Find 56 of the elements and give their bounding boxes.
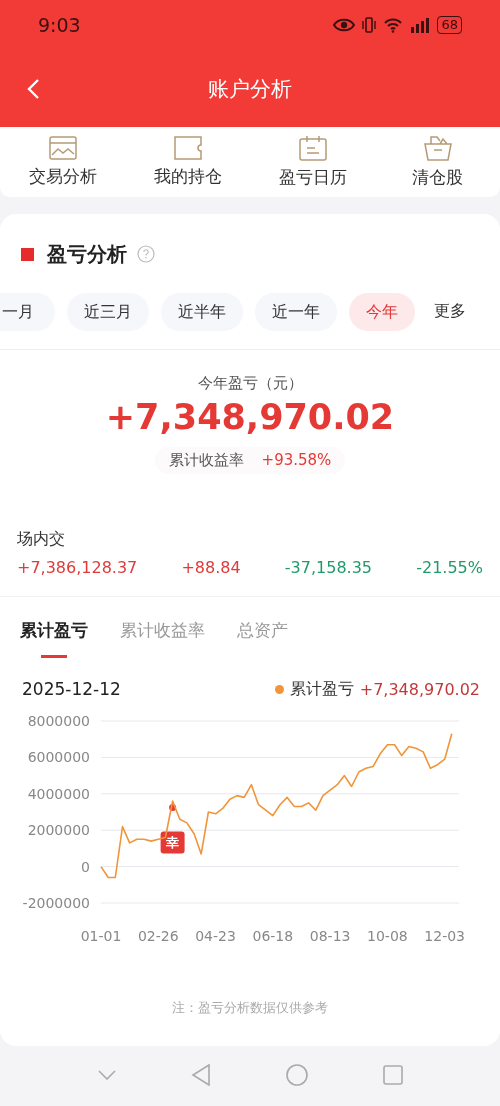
y-axis-label: -2000000 <box>22 895 90 911</box>
stat-value: -37,158.35 <box>284 558 373 577</box>
x-axis-label: 01-01 <box>80 928 122 944</box>
profit-caption: 今年盈亏（元） <box>197 374 303 393</box>
x-axis-label: 10-08 <box>367 928 408 944</box>
period-tab[interactable]: 今年 <box>349 292 415 331</box>
period-tab[interactable]: 近一年 <box>255 292 337 331</box>
period-tab[interactable]: 一月 <box>0 292 55 331</box>
shortcut-button[interactable]: 交易分析 <box>7 136 118 188</box>
profit-amount: +7,348,970.02 <box>105 397 395 437</box>
back-icon[interactable] <box>26 78 40 100</box>
period-tab[interactable]: 近三月 <box>67 292 149 331</box>
y-axis-label: 4000000 <box>27 785 90 802</box>
disclaimer-note: 注：盈亏分析数据仅供参考 <box>171 999 329 1017</box>
vibrate-icon <box>361 17 378 33</box>
y-axis-label: 0 <box>81 858 90 875</box>
chart-date: 2025-12-12 <box>22 679 121 699</box>
rate-chip: 累计收益率 +93.58% <box>154 447 346 474</box>
y-axis-label: 8000000 <box>27 713 90 729</box>
x-axis-label: 02-26 <box>137 928 179 944</box>
section-marker <box>21 247 34 261</box>
legend-label: 累计盈亏 <box>289 678 354 700</box>
chart-card-icon <box>48 136 77 160</box>
legend-value: +7,348,970.02 <box>359 679 480 699</box>
shortcut-button[interactable]: 盈亏日历 <box>257 135 368 189</box>
y-axis-label: 6000000 <box>27 749 90 766</box>
stat-value: -21.55% <box>416 558 483 577</box>
basket-icon <box>423 135 452 161</box>
page-title: 账户分析 <box>208 75 292 103</box>
wallet-icon <box>173 136 202 160</box>
back-nav-icon[interactable] <box>190 1064 211 1086</box>
shortcut-button[interactable]: 我的持仓 <box>132 136 243 188</box>
more-button[interactable]: 更多 <box>434 301 466 322</box>
period-tab[interactable]: 近半年 <box>161 292 243 331</box>
annotation: 幸 <box>165 835 180 851</box>
section-title: 盈亏分析 <box>47 240 127 268</box>
x-axis-label: 06-18 <box>252 928 294 944</box>
battery-icon: 68 <box>437 16 462 34</box>
stat-value: +88.84 <box>181 558 241 577</box>
x-axis-label: 04-23 <box>195 928 236 944</box>
y-axis-label: 2000000 <box>27 822 90 839</box>
shortcut-button[interactable]: 清仓股 <box>382 135 493 189</box>
calendar-icon <box>298 135 327 161</box>
x-axis-label: 08-13 <box>309 928 351 944</box>
home-nav-icon[interactable] <box>285 1064 308 1086</box>
stat-value: +7,386,128.37 <box>17 558 138 577</box>
chart-tab[interactable]: 累计盈亏 <box>20 619 88 661</box>
wifi-icon <box>383 17 404 33</box>
chevron-down-icon[interactable] <box>97 1070 116 1080</box>
status-time: 9:03 <box>38 14 81 36</box>
x-axis-label: 12-03 <box>424 928 465 944</box>
stat-label: 场内交 <box>17 529 65 550</box>
help-icon[interactable] <box>137 245 155 263</box>
recents-nav-icon[interactable] <box>382 1065 403 1085</box>
eye-icon <box>333 18 356 32</box>
signal-icon <box>409 17 432 33</box>
